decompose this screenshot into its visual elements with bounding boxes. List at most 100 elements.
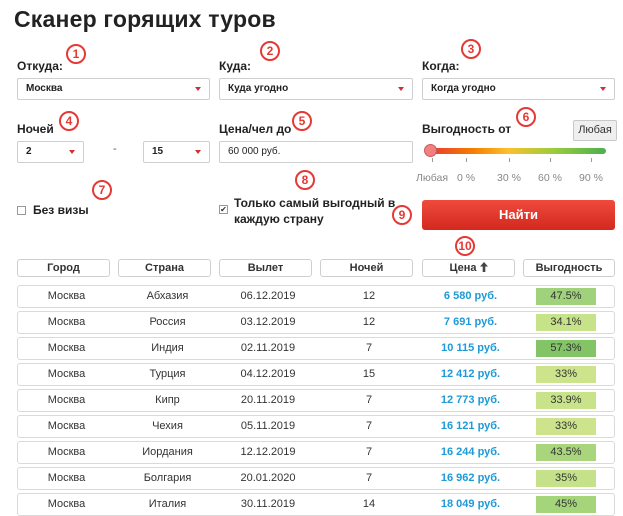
cell-date: 02.11.2019 <box>240 342 296 354</box>
table-row[interactable]: Москва Италия 30.11.2019 14 18 049 руб. 45% <box>17 493 615 516</box>
cell-city: Москва <box>47 472 86 484</box>
annotation-badge-4: 4 <box>59 111 79 131</box>
cell-nights: 14 <box>362 498 376 510</box>
cell-city: Москва <box>47 316 86 328</box>
table-row[interactable]: Москва Индия 02.11.2019 7 10 115 руб. 57.3% <box>17 337 615 360</box>
cell-country: Болгария <box>143 472 192 484</box>
best-only-checkbox[interactable]: ✔ <box>219 205 228 214</box>
no-visa-checkbox[interactable] <box>17 206 26 215</box>
cell-country: Абхазия <box>146 290 189 302</box>
cell-profit: 57.3% <box>536 340 596 357</box>
cell-nights: 12 <box>362 316 376 328</box>
cell-country: Индия <box>151 342 184 354</box>
cell-city: Москва <box>47 420 86 432</box>
nights-min-select[interactable]: 2 <box>17 141 84 163</box>
tick-mark <box>509 158 510 162</box>
column-header-departure[interactable]: Вылет <box>219 259 312 277</box>
cell-price[interactable]: 12 773 руб. <box>422 390 519 411</box>
table-row[interactable]: Москва Россия 03.12.2019 12 7 691 руб. 34.1% <box>17 311 615 334</box>
best-only-label: Только самый выгодный в каждую страну <box>234 195 395 227</box>
cell-country: Кипр <box>155 394 180 406</box>
cell-nights: 7 <box>365 472 373 484</box>
cell-country: Иордания <box>142 446 193 458</box>
column-header-profit[interactable]: Выгодность <box>523 259 615 277</box>
tick-label: 60 % <box>538 172 562 184</box>
nights-max-select[interactable]: 15 <box>143 141 210 163</box>
cell-city: Москва <box>47 290 86 302</box>
tick-mark <box>466 158 467 162</box>
table-row[interactable]: Москва Абхазия 06.12.2019 12 6 580 руб. 47.5% <box>17 285 615 308</box>
cell-price[interactable]: 16 121 руб. <box>422 416 519 437</box>
tick-label: 90 % <box>579 172 603 184</box>
profit-slider-scale: Любая 0 % 30 % 60 % 90 % <box>416 158 612 184</box>
annotation-badge-10: 10 <box>455 236 475 256</box>
column-header-price[interactable]: Цена <box>422 259 515 277</box>
from-select[interactable]: Москва <box>17 78 210 100</box>
chevron-down-icon <box>195 150 201 154</box>
cell-profit: 33.9% <box>536 392 596 409</box>
table-row[interactable]: Москва Кипр 20.11.2019 7 12 773 руб. 33.9% <box>17 389 615 412</box>
column-header-price-label: Цена <box>449 262 477 274</box>
cell-city: Москва <box>47 368 86 380</box>
annotation-badge-2: 2 <box>260 41 280 61</box>
column-header-city[interactable]: Город <box>17 259 110 277</box>
cell-price[interactable]: 12 412 руб. <box>422 364 519 385</box>
profit-slider-track[interactable] <box>428 148 606 154</box>
find-button[interactable]: Найти <box>422 200 615 230</box>
cell-price[interactable]: 7 691 руб. <box>422 312 519 333</box>
price-input[interactable]: 60 000 руб. <box>219 141 413 163</box>
table-row[interactable]: Москва Болгария 20.01.2020 7 16 962 руб. 35% <box>17 467 615 490</box>
cell-price[interactable]: 16 244 руб. <box>422 442 519 463</box>
annotation-badge-9: 9 <box>392 205 412 225</box>
chevron-down-icon <box>69 150 75 154</box>
price-input-value: 60 000 руб. <box>228 146 281 157</box>
cell-profit: 45% <box>536 496 596 513</box>
table-row[interactable]: Москва Турция 04.12.2019 15 12 412 руб. 33% <box>17 363 615 386</box>
column-header-country[interactable]: Страна <box>118 259 211 277</box>
to-select-value: Куда угодно <box>228 83 289 94</box>
from-select-value: Москва <box>26 83 63 94</box>
table-row[interactable]: Москва Иордания 12.12.2019 7 16 244 руб. 43.5… <box>17 441 615 464</box>
profit-label: Выгодность от <box>422 122 512 136</box>
cell-nights: 7 <box>365 342 373 354</box>
profit-slider-handle[interactable] <box>424 144 437 157</box>
tick-mark <box>591 158 592 162</box>
no-visa-label: Без визы <box>33 203 89 217</box>
cell-date: 20.11.2019 <box>240 394 296 406</box>
cell-profit: 33% <box>536 418 596 435</box>
tick-mark <box>432 158 433 162</box>
price-label: Цена/чел до <box>219 122 292 136</box>
when-select[interactable]: Когда угодно <box>422 78 615 100</box>
cell-country: Чехия <box>152 420 183 432</box>
to-select[interactable]: Куда угодно <box>219 78 413 100</box>
cell-nights: 7 <box>365 420 373 432</box>
cell-country: Италия <box>148 498 187 510</box>
cell-price[interactable]: 18 049 руб. <box>422 494 519 515</box>
chevron-down-icon <box>600 87 606 91</box>
cell-country: Россия <box>149 316 186 328</box>
cell-price[interactable]: 6 580 руб. <box>422 286 519 307</box>
cell-country: Турция <box>149 368 186 380</box>
tick-mark <box>550 158 551 162</box>
best-only-label-line1: Только самый выгодный в <box>234 196 396 210</box>
cell-date: 04.12.2019 <box>240 368 296 380</box>
cell-city: Москва <box>47 498 86 510</box>
annotation-badge-7: 7 <box>92 180 112 200</box>
tick-label: 30 % <box>497 172 521 184</box>
cell-profit: 34.1% <box>536 314 596 331</box>
chevron-down-icon <box>195 87 201 91</box>
from-label: Откуда: <box>17 59 63 73</box>
cell-price[interactable]: 16 962 руб. <box>422 468 519 489</box>
cell-nights: 7 <box>365 394 373 406</box>
cell-city: Москва <box>47 342 86 354</box>
cell-date: 20.01.2020 <box>240 472 296 484</box>
cell-nights: 12 <box>362 290 376 302</box>
cell-date: 05.11.2019 <box>240 420 296 432</box>
cell-profit: 33% <box>536 366 596 383</box>
cell-profit: 47.5% <box>536 288 596 305</box>
cell-date: 03.12.2019 <box>240 316 296 328</box>
cell-price[interactable]: 10 115 руб. <box>422 338 519 359</box>
column-header-nights[interactable]: Ночей <box>320 259 413 277</box>
table-row[interactable]: Москва Чехия 05.11.2019 7 16 121 руб. 33% <box>17 415 615 438</box>
profit-any-button[interactable]: Любая <box>573 120 617 141</box>
